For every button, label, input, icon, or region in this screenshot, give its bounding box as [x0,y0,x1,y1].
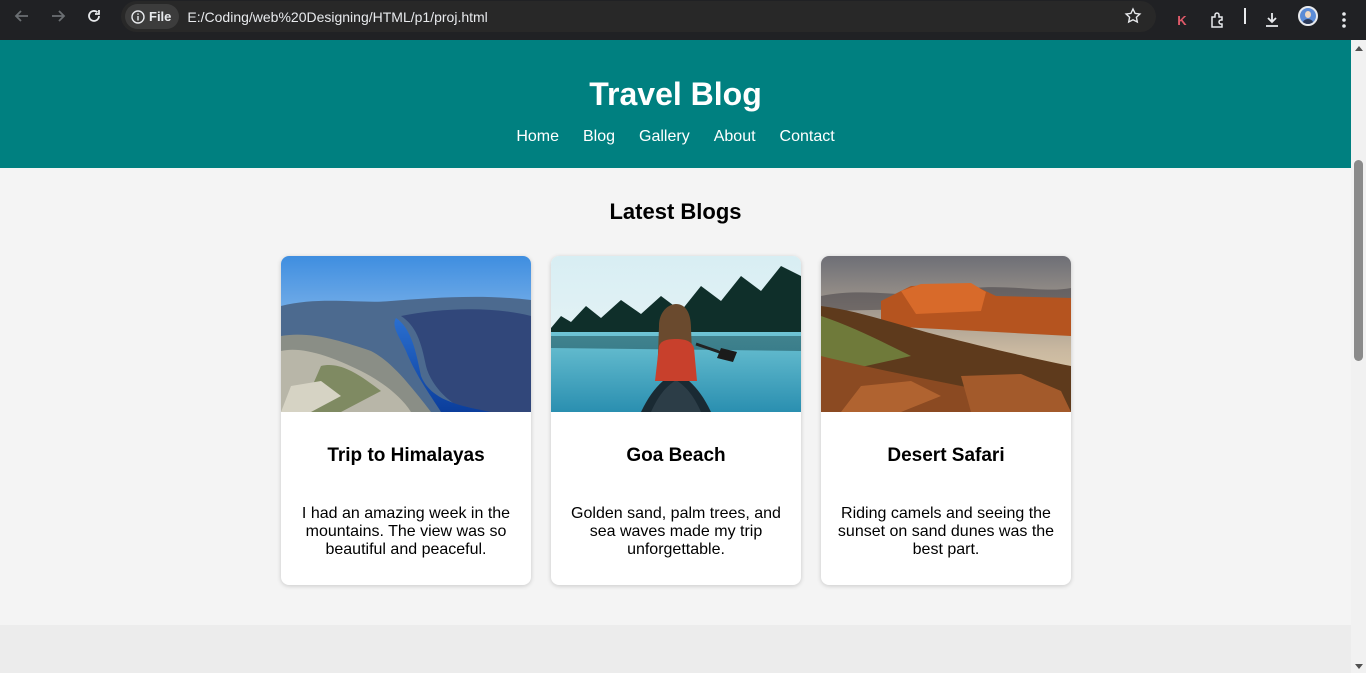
nav-gallery[interactable]: Gallery [639,128,690,146]
page-scrollbar[interactable] [1351,40,1366,673]
card-title: Desert Safari [887,445,1005,466]
page-viewport: Travel Blog Home Blog Gallery About Cont… [0,40,1351,673]
info-icon [131,9,145,24]
blog-card-himalayas[interactable]: Trip to Himalayas I had an amazing week … [281,256,531,585]
profile-avatar[interactable] [1298,6,1318,26]
card-title: Trip to Himalayas [327,445,485,466]
browser-toolbar: File E:/Coding/web%20Designing/HTML/p1/p… [0,0,1366,40]
card-text: Riding camels and seeing the sunset on s… [837,505,1055,558]
kebab-menu-icon[interactable] [1332,8,1356,32]
toolbar-divider [1244,8,1246,24]
card-text: Golden sand, palm trees, and sea waves m… [571,505,781,558]
card-title: Goa Beach [626,445,726,466]
card-text: I had an amazing week in the mountains. … [301,505,511,558]
section-title: Latest Blogs [609,199,742,224]
reload-icon[interactable] [82,4,106,28]
url-text[interactable]: E:/Coding/web%20Designing/HTML/p1/proj.h… [187,9,487,25]
canoe-lake-image [551,256,801,412]
extensions-icon[interactable] [1206,8,1230,32]
nav-blog[interactable]: Blog [583,128,615,146]
file-label: File [149,9,172,24]
desert-canyon-image [821,256,1071,412]
site-header: Travel Blog Home Blog Gallery About Cont… [0,40,1351,168]
nav-about[interactable]: About [714,128,756,146]
nav-home[interactable]: Home [516,128,559,146]
forward-arrow-icon[interactable] [46,4,70,28]
main-nav: Home Blog Gallery About Contact [0,128,1351,146]
site-title: Travel Blog [589,76,762,112]
blog-cards: Trip to Himalayas I had an amazing week … [281,256,1071,585]
back-arrow-icon[interactable] [10,4,34,28]
address-bar[interactable]: File E:/Coding/web%20Designing/HTML/p1/p… [121,1,1156,32]
mountain-fjord-image [281,256,531,412]
star-icon[interactable] [1124,7,1142,30]
scroll-up-arrow[interactable] [1355,46,1363,51]
scroll-down-arrow[interactable] [1355,664,1363,669]
extension-k-icon[interactable]: K [1170,8,1194,32]
blog-card-goa[interactable]: Goa Beach Golden sand, palm trees, and s… [551,256,801,585]
blog-card-desert[interactable]: Desert Safari Riding camels and seeing t… [821,256,1071,585]
scroll-thumb[interactable] [1354,160,1363,361]
nav-contact[interactable]: Contact [780,128,835,146]
site-info-chip[interactable]: File [125,4,180,29]
site-footer [0,625,1351,673]
download-icon[interactable] [1260,8,1284,32]
